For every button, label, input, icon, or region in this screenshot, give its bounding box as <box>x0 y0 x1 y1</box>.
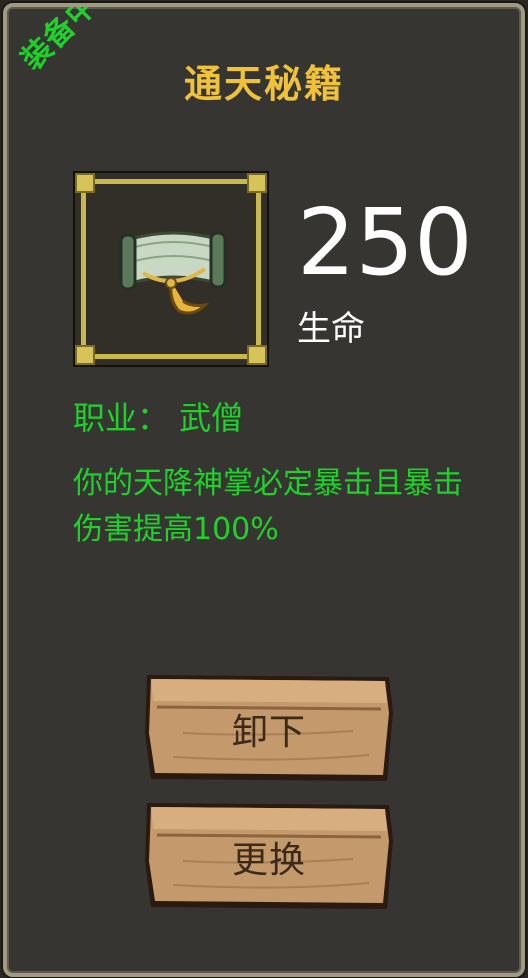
frame-corner <box>75 173 95 193</box>
change-label: 更换 <box>231 840 306 881</box>
item-description: 你的天降神掌必定暴击且暴击伤害提高100% <box>73 466 463 547</box>
change-button[interactable]: 更换 <box>143 801 395 911</box>
stat-label: 生命 <box>297 309 365 349</box>
job-requirement: 职业： 武僧 <box>73 399 244 437</box>
item-icon-frame <box>73 171 269 367</box>
item-detail-panel: 装备中 通天秘籍 250 生命 职业： 武僧 你的天降神掌必定暴击且暴击伤害提高… <box>3 3 525 977</box>
unequip-label: 卸下 <box>231 712 306 753</box>
frame-corner <box>247 173 267 193</box>
item-title: 通天秘籍 <box>183 62 344 106</box>
frame-corner <box>247 345 267 365</box>
stat-value: 250 <box>297 189 473 296</box>
scroll-icon <box>119 231 227 315</box>
unequip-button[interactable]: 卸下 <box>143 673 395 783</box>
frame-corner <box>75 345 95 365</box>
